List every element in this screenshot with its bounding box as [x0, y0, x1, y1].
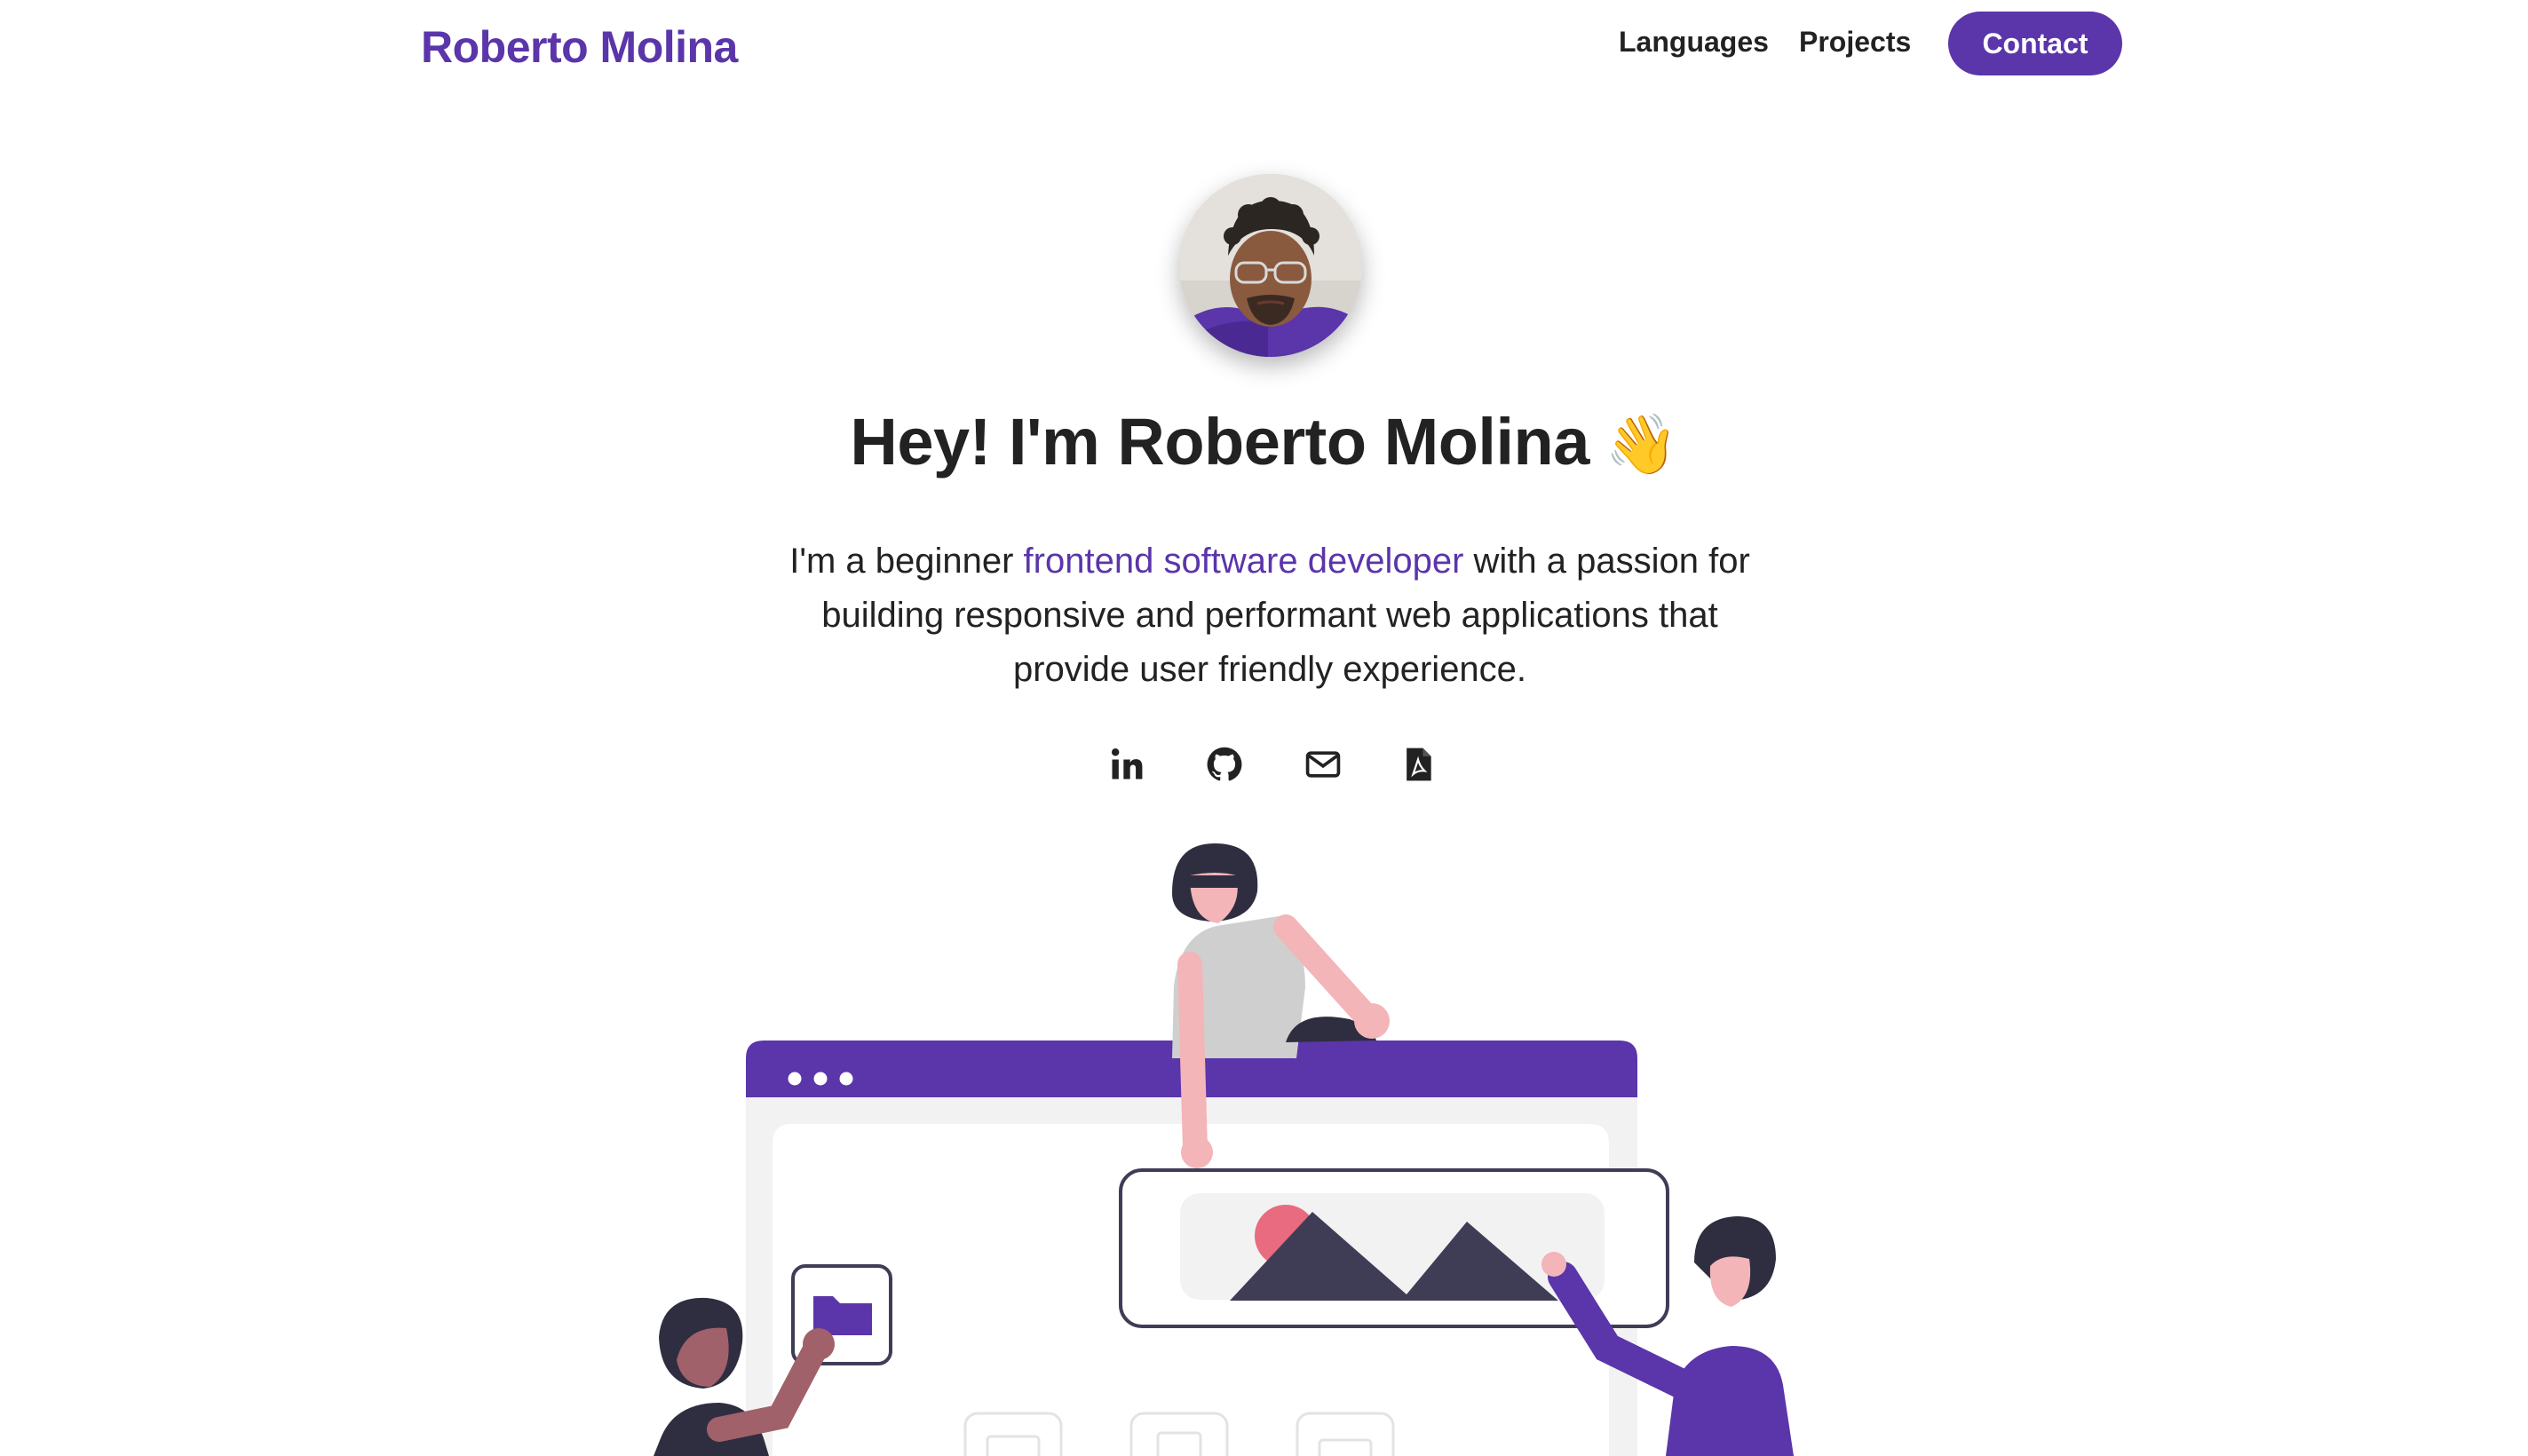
mail-placeholder-box — [1296, 1412, 1395, 1456]
resume-pdf-link[interactable] — [1396, 742, 1440, 787]
linkedin-link[interactable] — [1105, 742, 1149, 787]
image-placeholder-box — [963, 1412, 1063, 1456]
hero-description: I'm a beginner frontend software develop… — [773, 534, 1767, 697]
mail-icon — [1305, 751, 1341, 778]
man-shirt — [1666, 1346, 1794, 1456]
wave-hand-icon: 👋 — [1605, 411, 1678, 477]
github-link[interactable] — [1202, 742, 1247, 787]
hero-title-text: Hey! I'm Roberto Molina — [850, 405, 1589, 479]
window-dot — [813, 1072, 828, 1086]
window-dot — [839, 1072, 853, 1086]
pdf-icon — [1407, 748, 1431, 781]
email-link[interactable] — [1301, 742, 1345, 787]
contact-button[interactable]: Contact — [1948, 12, 2122, 75]
hero-title: Hey! I'm Roberto Molina 👋 — [0, 404, 2528, 479]
brand-logo-link[interactable]: Roberto Molina — [421, 21, 738, 73]
window-dot — [788, 1072, 802, 1086]
document-placeholder-box — [1129, 1412, 1229, 1456]
nav-link-languages[interactable]: Languages — [1619, 26, 1769, 59]
avatar — [1179, 174, 1362, 357]
hero-illustration — [654, 843, 1794, 1456]
hero-text-before: I'm a beginner — [789, 542, 1024, 581]
github-icon — [1207, 747, 1242, 781]
nav-link-projects[interactable]: Projects — [1799, 26, 1911, 59]
hero-text-highlight: frontend software developer — [1023, 542, 1464, 581]
navbar: Roberto Molina Languages Projects Contac… — [0, 0, 2528, 98]
linkedin-icon — [1111, 748, 1143, 779]
avatar-photo — [1179, 174, 1362, 357]
